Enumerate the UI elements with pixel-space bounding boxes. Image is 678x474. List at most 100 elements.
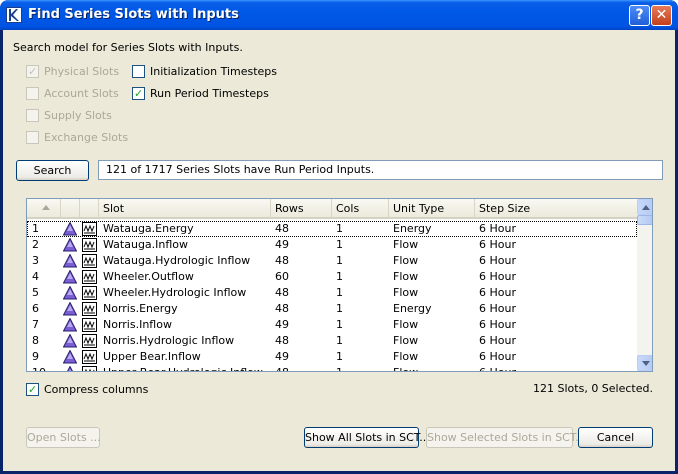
table-row[interactable]: 5 Wheeler.Hydrologic Inflow 48 1 Flow 6 Hour xyxy=(27,285,637,301)
open-slots-button[interactable]: Open Slots ... xyxy=(26,427,101,448)
table-header: Slot Rows Cols Unit Type Step Size xyxy=(27,199,637,219)
slot-name: Upper Bear.Inflow xyxy=(103,350,201,363)
cols-value: 1 xyxy=(336,270,343,283)
cols-value: 1 xyxy=(336,222,343,235)
series-slot-icon xyxy=(82,270,97,284)
unit-type: Flow xyxy=(393,238,419,251)
check-mark-icon: ✓ xyxy=(134,86,144,100)
series-slot-icon xyxy=(82,366,97,371)
scroll-up-button[interactable] xyxy=(637,199,652,215)
scroll-up-arrow-icon xyxy=(642,205,650,210)
header-rows[interactable]: Rows xyxy=(271,199,332,218)
cols-value: 1 xyxy=(336,302,343,315)
close-button[interactable]: ✕ xyxy=(651,5,672,26)
step-size: 6 Hour xyxy=(479,270,516,283)
step-size: 6 Hour xyxy=(479,334,516,347)
rows-value: 49 xyxy=(275,318,289,331)
initialization-timesteps-checkbox[interactable] xyxy=(132,64,145,78)
title-bar[interactable]: Find Series Slots with Inputs ? ✕ xyxy=(0,0,678,30)
table-row[interactable]: 1 Watauga.Energy 48 1 Energy 6 Hour xyxy=(27,221,637,237)
header-object-icon-column[interactable] xyxy=(61,199,80,218)
series-slot-icon xyxy=(82,254,97,268)
show-selected-slots-button[interactable]: Show Selected Slots in SCT... xyxy=(426,427,586,448)
table-row[interactable]: 10 Upper Bear.Hydrologic Inflow 48 1 Flow 6 H… xyxy=(27,365,637,371)
row-number: 7 xyxy=(32,318,39,331)
slot-name: Norris.Hydrologic Inflow xyxy=(103,334,235,347)
show-all-slots-button[interactable]: Show All Slots in SCT... xyxy=(304,427,430,448)
header-cols[interactable]: Cols xyxy=(332,199,389,218)
reservoir-object-icon xyxy=(67,366,73,371)
rows-value: 48 xyxy=(275,286,289,299)
series-slot-icon xyxy=(82,334,97,348)
table-row[interactable]: 7 Norris.Inflow 49 1 Flow 6 Hour xyxy=(27,317,637,333)
compress-columns-option[interactable]: ✓ Compress columns xyxy=(26,381,148,397)
table-row[interactable]: 3 Watauga.Hydrologic Inflow 48 1 Flow 6 Hour xyxy=(27,253,637,269)
header-unit-type[interactable]: Unit Type xyxy=(389,199,475,218)
unit-type: Flow xyxy=(393,365,473,371)
vertical-scrollbar[interactable] xyxy=(637,199,652,371)
physical-slots-checkbox: ✓ xyxy=(26,64,39,78)
table-row[interactable]: 6 Norris.Energy 48 1 Energy 6 Hour xyxy=(27,301,637,317)
unit-type: Flow xyxy=(393,318,419,331)
initialization-timesteps-option[interactable]: Initialization Timesteps xyxy=(132,63,277,79)
reservoir-object-icon xyxy=(63,270,77,284)
reservoir-object-icon xyxy=(63,286,77,300)
header-slot[interactable]: Slot xyxy=(99,199,271,218)
unit-type: Flow xyxy=(393,350,419,363)
slots-table[interactable]: Slot Rows Cols Unit Type Step Size 1 Wata… xyxy=(26,198,653,372)
series-slot-icon xyxy=(82,302,97,316)
reservoir-object-icon xyxy=(63,334,77,348)
step-size: 6 Hour xyxy=(479,350,516,363)
row-number: 3 xyxy=(32,254,39,267)
initialization-timesteps-label[interactable]: Initialization Timesteps xyxy=(150,65,277,78)
rows-value: 48 xyxy=(275,254,289,267)
row-number: 5 xyxy=(32,286,39,299)
run-period-timesteps-checkbox[interactable]: ✓ xyxy=(132,86,145,100)
search-button[interactable]: Search xyxy=(16,160,89,181)
dialog-window: Find Series Slots with Inputs ? ✕ Search… xyxy=(0,0,678,474)
slot-name: Upper Bear.Hydrologic Inflow xyxy=(103,365,269,371)
dialog-body: Search model for Series Slots with Input… xyxy=(3,30,675,471)
reservoir-object-icon xyxy=(63,302,77,316)
window-title: Find Series Slots with Inputs xyxy=(28,7,239,22)
exchange-slots-label: Exchange Slots xyxy=(44,130,129,144)
exchange-slots-option: Exchange Slots xyxy=(26,129,128,145)
series-slot-icon xyxy=(82,350,97,364)
exchange-slots-checkbox xyxy=(26,130,39,144)
account-slots-option: Account Slots xyxy=(26,85,119,101)
rows-value: 48 xyxy=(275,334,289,347)
series-slot-icon xyxy=(82,318,97,332)
step-size: 6 Hour xyxy=(479,302,516,315)
row-number: 4 xyxy=(32,270,39,283)
run-period-timesteps-option[interactable]: ✓ Run Period Timesteps xyxy=(132,85,269,101)
row-number: 2 xyxy=(32,238,39,251)
check-mark-icon: ✓ xyxy=(28,382,38,396)
supply-slots-option: Supply Slots xyxy=(26,107,112,123)
series-slot-icon xyxy=(82,222,97,236)
rows-value: 60 xyxy=(275,270,289,283)
header-step-size[interactable]: Step Size xyxy=(475,199,637,218)
compress-columns-label[interactable]: Compress columns xyxy=(44,383,148,396)
step-size: 6 Hour xyxy=(479,365,629,371)
compress-columns-checkbox[interactable]: ✓ xyxy=(26,382,39,396)
rows-value: 48 xyxy=(275,365,330,371)
header-number-column[interactable] xyxy=(27,199,61,218)
row-number: 8 xyxy=(32,334,39,347)
table-row[interactable]: 9 Upper Bear.Inflow 49 1 Flow 6 Hour xyxy=(27,349,637,365)
series-slot-icon xyxy=(82,286,97,300)
riverware-app-icon xyxy=(6,7,22,23)
table-row[interactable]: 2 Watauga.Inflow 49 1 Flow 6 Hour xyxy=(27,237,637,253)
table-row[interactable]: 4 Wheeler.Outflow 60 1 Flow 6 Hour xyxy=(27,269,637,285)
slot-name: Watauga.Energy xyxy=(103,222,194,235)
scroll-down-button[interactable] xyxy=(637,355,652,371)
scroll-thumb[interactable] xyxy=(637,215,652,225)
reservoir-object-icon xyxy=(63,238,77,252)
cols-value: 1 xyxy=(336,318,343,331)
unit-type: Energy xyxy=(393,302,432,315)
header-slot-icon-column[interactable] xyxy=(80,199,99,218)
run-period-timesteps-label[interactable]: Run Period Timesteps xyxy=(150,87,269,100)
cancel-button[interactable]: Cancel xyxy=(578,427,653,448)
help-button[interactable]: ? xyxy=(629,5,650,26)
step-size: 6 Hour xyxy=(479,238,516,251)
table-row[interactable]: 8 Norris.Hydrologic Inflow 48 1 Flow 6 Hour xyxy=(27,333,637,349)
